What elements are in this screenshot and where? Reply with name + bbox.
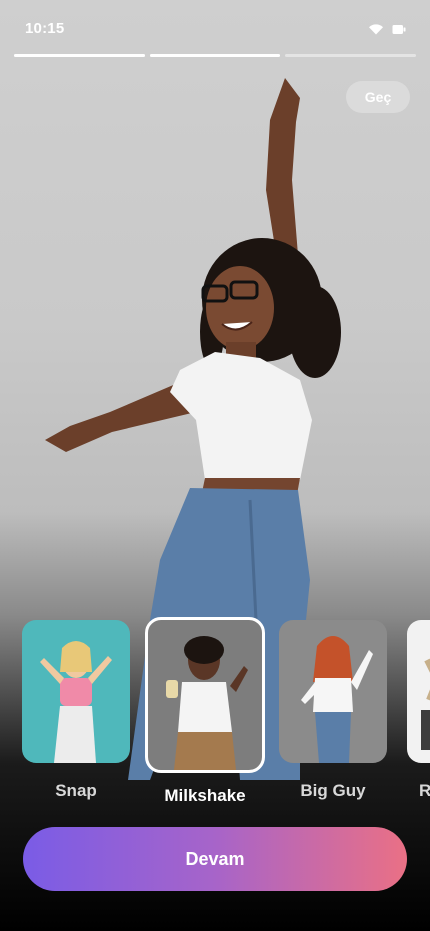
progress-segment-2 — [149, 54, 281, 57]
style-carousel[interactable]: Snap Milkshake Big Guy R — [0, 615, 430, 815]
status-icons — [368, 22, 406, 40]
style-card-milkshake[interactable]: Milkshake — [145, 617, 265, 807]
progress-fill — [14, 54, 145, 57]
style-thumb-snap — [22, 620, 130, 763]
wifi-icon — [368, 22, 384, 40]
style-card-snap[interactable]: Snap — [22, 620, 130, 800]
style-label-partial: R — [419, 781, 430, 800]
progress-fill — [149, 54, 281, 57]
status-bar: 10:15 — [0, 0, 430, 50]
style-thumb-partial — [407, 620, 430, 763]
style-label-big-guy: Big Guy — [300, 781, 366, 800]
onboarding-screen: 10:15 Geç Snap Milkshake Big Guy R Devam — [0, 0, 430, 931]
style-label-milkshake: Milkshake — [164, 786, 246, 805]
style-card-big-guy[interactable]: Big Guy — [279, 620, 387, 800]
status-time: 10:15 — [25, 20, 65, 37]
skip-button[interactable]: Geç — [346, 81, 410, 113]
style-card-partial[interactable]: R — [407, 620, 430, 800]
story-progress — [14, 54, 417, 57]
style-thumb-big-guy — [279, 620, 387, 763]
battery-icon — [392, 22, 406, 40]
progress-segment-1 — [14, 54, 145, 57]
continue-button[interactable]: Devam — [23, 827, 407, 891]
progress-segment-3 — [285, 54, 417, 57]
style-label-snap: Snap — [55, 781, 97, 800]
style-thumb-milkshake — [145, 617, 265, 773]
